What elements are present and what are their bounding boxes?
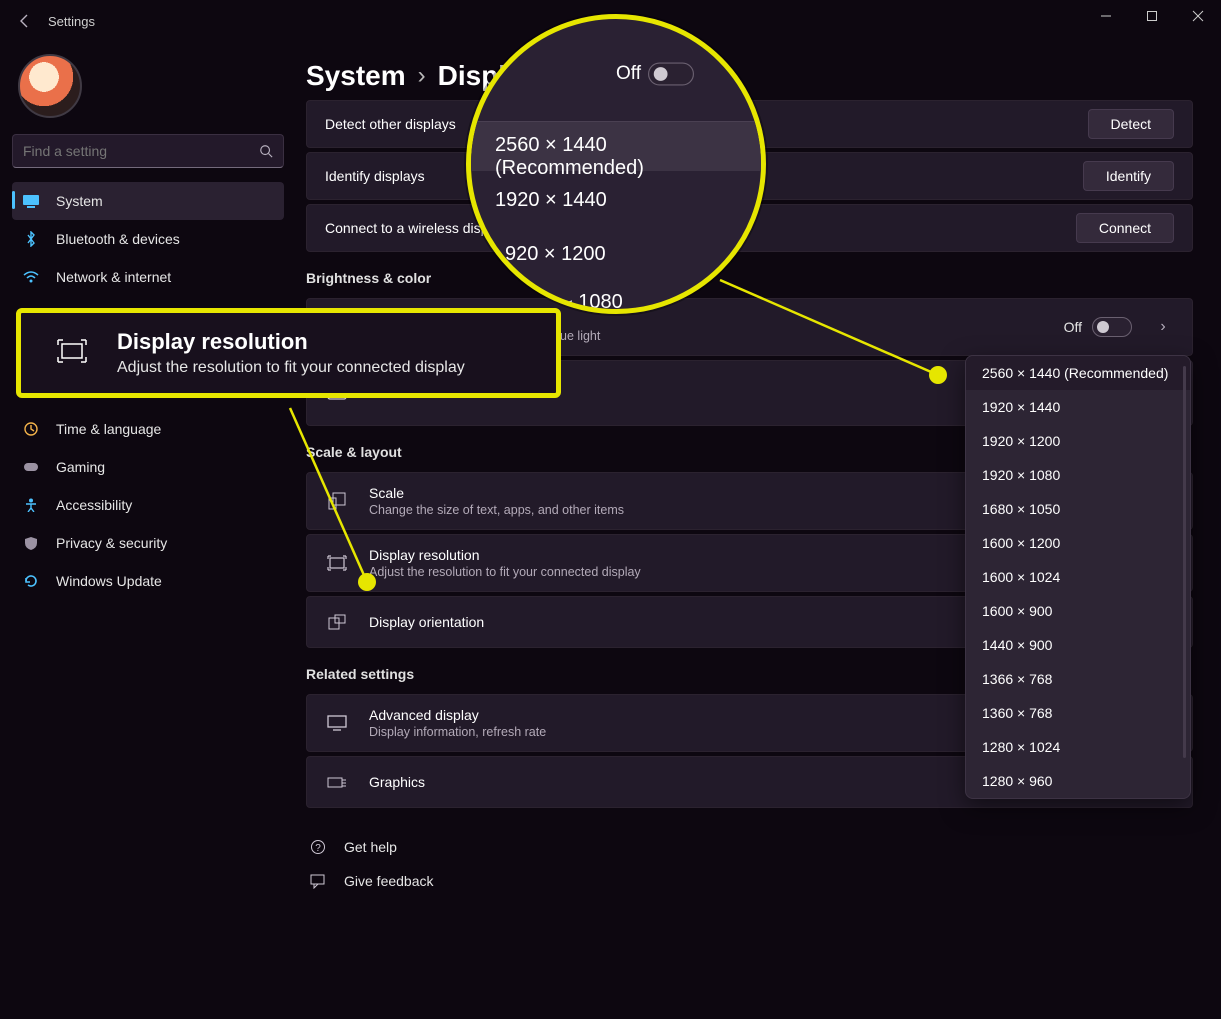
- resolution-option[interactable]: 1600 × 900: [966, 594, 1190, 628]
- maximize-icon: [1146, 10, 1158, 22]
- link-label: Get help: [344, 839, 397, 855]
- chevron-right-icon[interactable]: ›: [1152, 318, 1174, 336]
- nav-label: Bluetooth & devices: [56, 231, 180, 247]
- search-icon: [259, 144, 273, 158]
- nav-network[interactable]: Network & internet: [12, 258, 284, 296]
- resolution-option[interactable]: 1360 × 768: [966, 696, 1190, 730]
- zoom-toggle-label: Off: [616, 63, 641, 85]
- close-icon: [1192, 10, 1204, 22]
- zoom-option-3: 920 × 1200: [505, 243, 761, 266]
- graphics-icon: [325, 775, 349, 789]
- scrollbar-track[interactable]: [1183, 366, 1186, 758]
- connect-button[interactable]: Connect: [1076, 213, 1174, 243]
- toggle-label: Off: [1064, 319, 1082, 335]
- nav-label: Accessibility: [56, 497, 132, 513]
- orientation-icon: [325, 614, 349, 630]
- annotation-zoom-bubble: Off 2560 × 1440 (Recommended) 1920 × 144…: [466, 14, 766, 314]
- nav-time-language[interactable]: Time & language: [12, 410, 284, 448]
- nav-gaming[interactable]: Gaming: [12, 448, 284, 486]
- accessibility-icon: [22, 496, 40, 514]
- system-icon: [22, 192, 40, 210]
- nav-label: Network & internet: [56, 269, 171, 285]
- window-caption-buttons: [1083, 0, 1221, 32]
- monitor-icon: [325, 715, 349, 731]
- nav-privacy[interactable]: Privacy & security: [12, 524, 284, 562]
- nav-label: Privacy & security: [56, 535, 167, 551]
- zoom-option-2: 1920 × 1440: [495, 189, 761, 212]
- chevron-right-icon: ›: [418, 62, 426, 90]
- update-icon: [22, 572, 40, 590]
- resolution-option[interactable]: 1600 × 1200: [966, 526, 1190, 560]
- annotation-callout: Display resolution Adjust the resolution…: [16, 308, 561, 398]
- resolution-option[interactable]: 1440 × 900: [966, 628, 1190, 662]
- give-feedback-link[interactable]: Give feedback: [306, 864, 1193, 898]
- resolution-option[interactable]: 1920 × 1080: [966, 458, 1190, 492]
- footer-links: ? Get help Give feedback: [306, 830, 1193, 898]
- callout-title: Display resolution: [117, 329, 534, 355]
- minimize-button[interactable]: [1083, 0, 1129, 32]
- resolution-option[interactable]: 1920 × 1440: [966, 390, 1190, 424]
- resolution-icon: [57, 339, 87, 368]
- resolution-option[interactable]: 2560 × 1440 (Recommended): [966, 356, 1190, 390]
- resolution-option[interactable]: 1366 × 768: [966, 662, 1190, 696]
- search-input[interactable]: [23, 143, 259, 159]
- clock-icon: [22, 420, 40, 438]
- callout-subtitle: Adjust the resolution to fit your connec…: [117, 359, 534, 377]
- minimize-icon: [1100, 10, 1112, 22]
- arrow-left-icon: [17, 13, 33, 29]
- nav-label: System: [56, 193, 103, 209]
- nav-bluetooth[interactable]: Bluetooth & devices: [12, 220, 284, 258]
- feedback-icon: [310, 873, 326, 889]
- resolution-option[interactable]: 1600 × 1024: [966, 560, 1190, 594]
- maximize-button[interactable]: [1129, 0, 1175, 32]
- resolution-option[interactable]: 1680 × 1050: [966, 492, 1190, 526]
- nav-label: Time & language: [56, 421, 161, 437]
- user-avatar[interactable]: [18, 54, 82, 118]
- toggle-switch[interactable]: [1092, 317, 1132, 337]
- resolution-option[interactable]: 1920 × 1200: [966, 424, 1190, 458]
- back-button[interactable]: [2, 0, 48, 42]
- resolution-dropdown[interactable]: 2560 × 1440 (Recommended)1920 × 14401920…: [965, 355, 1191, 799]
- breadcrumb-root[interactable]: System: [306, 60, 406, 92]
- detect-button[interactable]: Detect: [1088, 109, 1174, 139]
- nav-label: Gaming: [56, 459, 105, 475]
- nav-windows-update[interactable]: Windows Update: [12, 562, 284, 600]
- nav-system[interactable]: System: [12, 182, 284, 220]
- identify-button[interactable]: Identify: [1083, 161, 1174, 191]
- link-label: Give feedback: [344, 873, 434, 889]
- svg-text:?: ?: [315, 843, 321, 854]
- get-help-link[interactable]: ? Get help: [306, 830, 1193, 864]
- toggle-switch: [648, 63, 694, 86]
- resolution-icon: [325, 555, 349, 571]
- close-button[interactable]: [1175, 0, 1221, 32]
- bluetooth-icon: [22, 230, 40, 248]
- nav-label: Windows Update: [56, 573, 162, 589]
- help-icon: ?: [310, 839, 326, 855]
- scale-icon: [325, 492, 349, 510]
- zoom-option-1: 2560 × 1440 (Recommended): [495, 134, 761, 180]
- window-title: Settings: [48, 14, 95, 29]
- night-light-toggle[interactable]: Off: [1064, 317, 1132, 337]
- resolution-option[interactable]: 1280 × 1024: [966, 730, 1190, 764]
- gamepad-icon: [22, 458, 40, 476]
- wifi-icon: [22, 268, 40, 286]
- search-box[interactable]: [12, 134, 284, 168]
- resolution-option[interactable]: 1280 × 960: [966, 764, 1190, 798]
- sidebar: System Bluetooth & devices Network & int…: [0, 42, 296, 1019]
- shield-icon: [22, 534, 40, 552]
- nav-accessibility[interactable]: Accessibility: [12, 486, 284, 524]
